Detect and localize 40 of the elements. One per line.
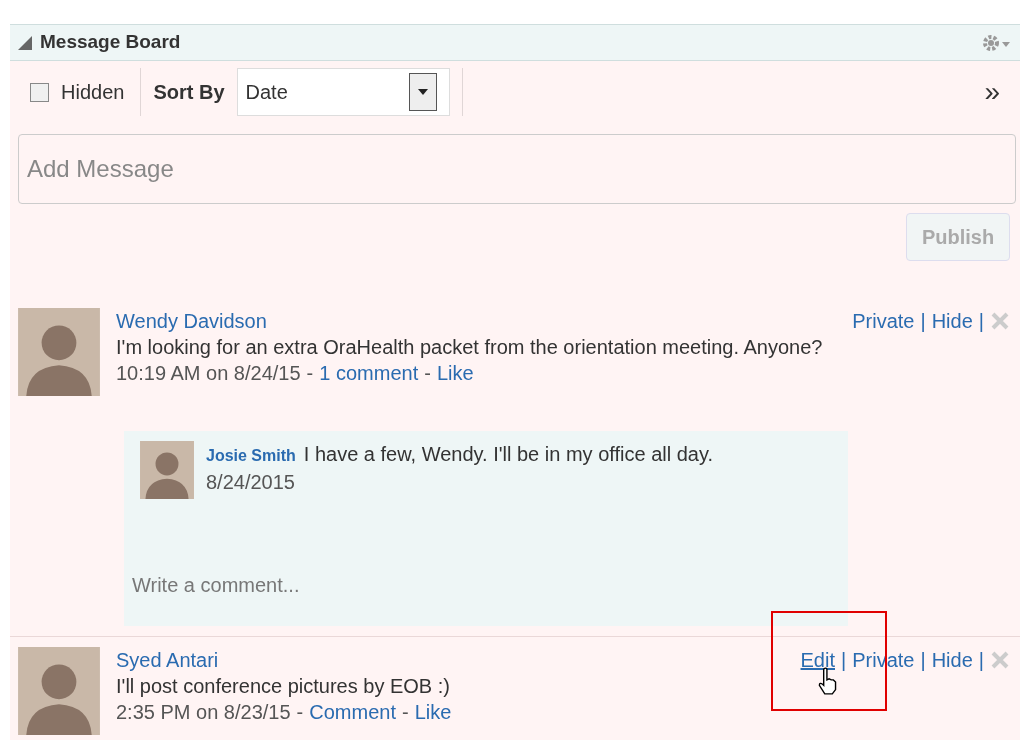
checkbox-label: Hidden — [61, 80, 125, 105]
sort-label: Sort By — [153, 80, 225, 105]
action-link[interactable]: Hide — [931, 647, 973, 673]
comment-author-link[interactable]: Josie Smith — [206, 447, 296, 464]
hand-cursor-icon — [816, 667, 839, 695]
comment-date: 8/24/2015 — [206, 470, 296, 495]
action-link[interactable]: Edit — [800, 647, 835, 673]
separator: - — [306, 361, 314, 386]
overflow-button[interactable]: » — [984, 78, 1000, 106]
post-link[interactable]: 1 comment — [319, 360, 419, 386]
separator: | — [978, 648, 984, 673]
panel-title: Message Board — [40, 30, 181, 55]
hidden-checkbox[interactable] — [30, 82, 49, 102]
author-link[interactable]: Wendy Davidson — [116, 308, 267, 334]
close-icon[interactable] — [990, 311, 1010, 331]
gear-icon[interactable] — [982, 33, 1012, 52]
collapse-triangle-icon[interactable] — [18, 35, 32, 50]
separator: | — [920, 648, 926, 673]
separator: - — [296, 700, 304, 725]
post-link[interactable]: Comment — [309, 699, 396, 725]
sort-dropdown[interactable]: Date — [236, 68, 450, 116]
separator: | — [841, 648, 847, 673]
post-time: 10:19 AM on 8/24/15 — [116, 361, 301, 386]
post-text: I'll post conference pictures by EOB :) — [116, 674, 450, 699]
comment-text: I have a few, Wendy. I'll be in my office all day. — [303, 443, 714, 465]
separator: - — [401, 700, 409, 725]
post-link[interactable]: Like — [436, 360, 474, 386]
author-link[interactable]: Syed Antari — [116, 647, 219, 673]
separator: | — [978, 309, 984, 334]
comment-input[interactable]: Write a comment... — [132, 570, 824, 600]
message-input[interactable]: Add Message — [18, 134, 1016, 204]
action-link[interactable]: Hide — [931, 308, 973, 334]
separator: - — [424, 361, 431, 386]
action-link[interactable]: Private — [852, 308, 915, 334]
post-text: I'm looking for an extra OraHealth packet from the orientation meeting. Anyone? — [116, 335, 823, 360]
close-icon[interactable] — [990, 650, 1010, 670]
post-time: 2:35 PM on 8/23/15 — [116, 700, 291, 725]
separator: | — [920, 309, 926, 334]
post-link[interactable]: Like — [414, 699, 452, 725]
avatar-silhouette — [140, 441, 194, 499]
